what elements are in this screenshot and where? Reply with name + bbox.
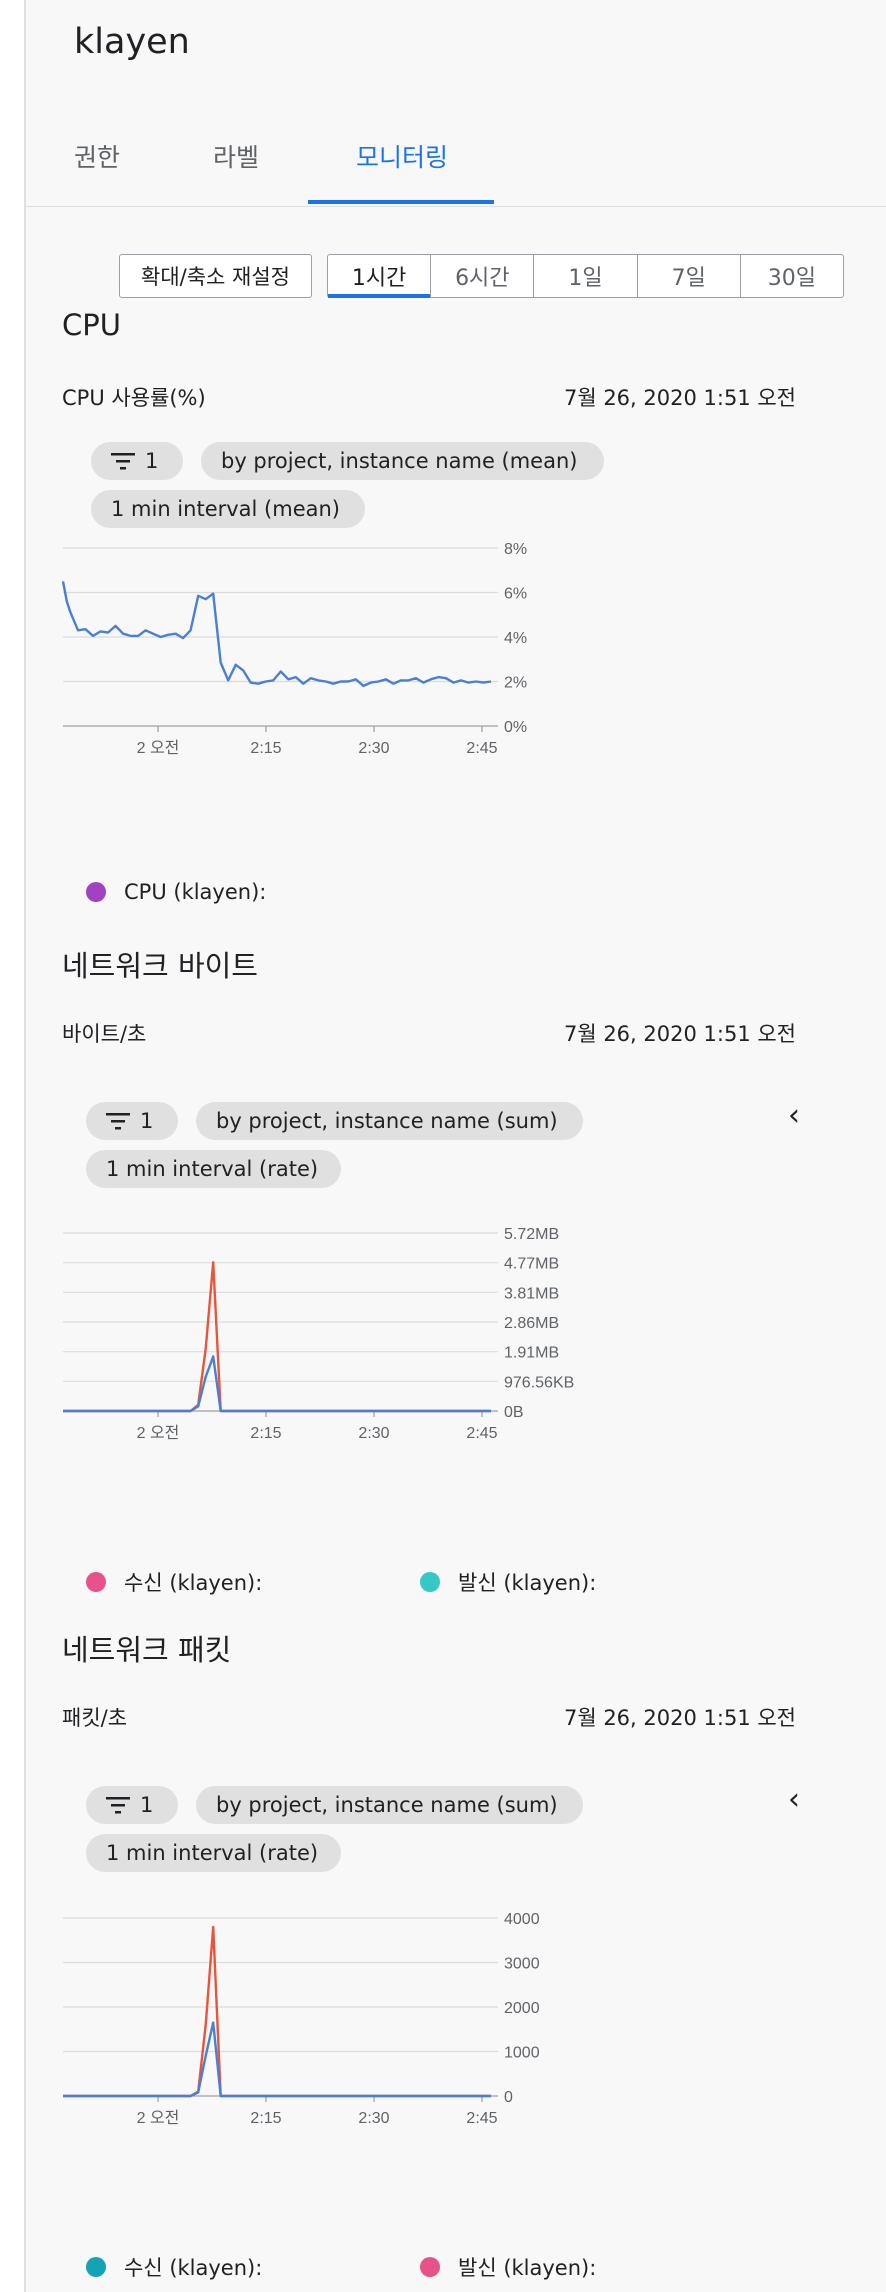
tab-labels[interactable]: 라벨 (213, 138, 259, 174)
net-packets-timestamp: 7월 26, 2020 1:51 오전 (563, 1706, 796, 1730)
legend-dot-rx (86, 2257, 106, 2277)
net-packets-x-tick-label: 2:15 (250, 2110, 281, 2127)
net-packets-series-line-0 (63, 1925, 491, 2098)
cpu-timestamp: 7월 26, 2020 1:51 오전 (563, 386, 796, 410)
net-packets-legend-tx[interactable]: 발신 (klayen): (420, 2252, 596, 2282)
net-packets-interval-chip[interactable]: 1 min interval (rate) (86, 1834, 341, 1872)
net-bytes-y-tick-label: 4.77MB (504, 1256, 559, 1273)
cpu-chart[interactable]: 8% 6% 4% 2% 0% 2 오전 2:15 2:30 2:45 (26, 530, 886, 860)
net-bytes-filter-chip[interactable]: 1 (86, 1102, 178, 1140)
cpu-y-tick-label: 4% (504, 630, 527, 647)
legend-dot-rx (86, 1572, 106, 1592)
tab-permissions[interactable]: 권한 (74, 138, 120, 174)
net-bytes-legend-tx[interactable]: 발신 (klayen): (420, 1567, 596, 1597)
cpu-x-tick-label: 2 오전 (137, 739, 180, 757)
net-bytes-interval-chip[interactable]: 1 min interval (rate) (86, 1150, 341, 1188)
reset-zoom-button[interactable]: 확대/축소 재설정 (119, 254, 312, 298)
cpu-series-line-0 (61, 581, 492, 688)
net-packets-x-tick-label: 2 오전 (137, 2109, 180, 2127)
cpu-x-tick-label: 2:15 (250, 740, 281, 757)
chevron-left-icon[interactable]: ‹ (788, 1098, 800, 1133)
instance-header: klayen 권한 라벨 모니터링 (26, 0, 886, 207)
chevron-left-icon[interactable]: ‹ (788, 1782, 800, 1817)
net-bytes-y-tick-label: 1.91MB (504, 1345, 559, 1362)
cpu-section-title: CPU (62, 308, 121, 342)
range-1h-button[interactable]: 1시간 (328, 255, 432, 298)
net-bytes-y-tick-label: 5.72MB (504, 1226, 559, 1243)
left-rail (0, 0, 24, 2292)
cpu-x-tick-label: 2:30 (358, 740, 389, 757)
net-packets-section-title: 네트워크 패킷 (62, 1633, 232, 1667)
cpu-interval-chip[interactable]: 1 min interval (mean) (91, 490, 365, 528)
net-packets-y-tick-label: 3000 (504, 1956, 540, 1973)
cpu-x-tick-label: 2:45 (466, 740, 497, 757)
net-bytes-filter-count: 1 (140, 1109, 154, 1133)
legend-dot-tx (420, 2257, 440, 2277)
time-range-selector: 1시간 6시간 1일 7일 30일 (327, 254, 844, 298)
cpu-y-tick-label: 6% (504, 586, 527, 603)
net-packets-metric-name: 패킷/초 (62, 1706, 128, 1730)
cpu-legend-dot (86, 882, 106, 902)
range-6h-button[interactable]: 6시간 (431, 255, 535, 297)
net-packets-series-line-1 (63, 2021, 491, 2098)
net-packets-y-tick-label: 4000 (504, 1911, 540, 1928)
net-packets-filter-count: 1 (140, 1793, 154, 1817)
net-bytes-group-by-chip[interactable]: by project, instance name (sum) (196, 1102, 583, 1140)
filter-icon (111, 452, 135, 470)
tab-active-indicator (308, 200, 494, 204)
net-bytes-timestamp: 7월 26, 2020 1:51 오전 (563, 1022, 796, 1046)
filter-icon (106, 1112, 130, 1130)
net-packets-filter-chip[interactable]: 1 (86, 1786, 178, 1824)
net-packets-legend-rx[interactable]: 수신 (klayen): (86, 2252, 262, 2282)
range-1d-button[interactable]: 1일 (534, 255, 638, 297)
range-7d-button[interactable]: 7일 (638, 255, 741, 297)
cpu-group-by-chip[interactable]: by project, instance name (mean) (201, 442, 604, 480)
net-packets-x-tick-label: 2:45 (466, 2110, 497, 2127)
net-bytes-y-tick-label: 2.86MB (504, 1315, 559, 1332)
net-packets-legend-tx-label: 발신 (klayen): (458, 2256, 597, 2280)
net-packets-legend-rx-label: 수신 (klayen): (124, 2256, 263, 2280)
net-packets-group-by-chip[interactable]: by project, instance name (sum) (196, 1786, 583, 1824)
cpu-y-tick-label: 0% (504, 719, 527, 736)
net-bytes-metric-name: 바이트/초 (62, 1022, 147, 1046)
net-packets-chart[interactable]: 4000 3000 2000 1000 0 2 오전 2:15 2:30 2:45 (26, 1900, 886, 2230)
net-bytes-series-line-1 (63, 1355, 491, 1413)
net-bytes-legend-tx-label: 발신 (klayen): (458, 1571, 597, 1595)
tab-monitoring[interactable]: 모니터링 (356, 138, 448, 174)
cpu-filter-count: 1 (145, 449, 159, 473)
cpu-y-tick-label: 8% (504, 541, 527, 558)
cpu-legend-item[interactable]: CPU (klayen): (86, 880, 266, 904)
net-bytes-x-tick-label: 2:15 (250, 1425, 281, 1442)
net-bytes-x-tick-label: 2:30 (358, 1425, 389, 1442)
net-bytes-chart[interactable]: 5.72MB 4.77MB 3.81MB 2.86MB 1.91MB 976.56KB 0B… (26, 1215, 886, 1545)
net-bytes-y-tick-label: 976.56KB (504, 1374, 574, 1391)
cpu-metric-name: CPU 사용률(%) (62, 386, 206, 410)
cpu-filter-chip[interactable]: 1 (91, 442, 183, 480)
net-packets-y-tick-label: 2000 (504, 2000, 540, 2017)
net-packets-y-tick-label: 1000 (504, 2045, 540, 2062)
range-30d-button[interactable]: 30일 (741, 255, 843, 297)
net-packets-x-tick-label: 2:30 (358, 2110, 389, 2127)
cpu-legend-label: CPU (klayen): (124, 880, 267, 904)
net-packets-y-tick-label: 0 (504, 2089, 513, 2106)
net-bytes-y-tick-label: 3.81MB (504, 1285, 559, 1302)
net-bytes-legend-rx[interactable]: 수신 (klayen): (86, 1567, 262, 1597)
net-bytes-y-tick-label: 0B (504, 1404, 524, 1421)
net-bytes-series-line-0 (63, 1261, 491, 1413)
instance-title: klayen (74, 22, 190, 62)
filter-icon (106, 1796, 130, 1814)
net-bytes-x-tick-label: 2 오전 (137, 1424, 180, 1442)
net-bytes-section-title: 네트워크 바이트 (62, 949, 258, 983)
legend-dot-tx (420, 1572, 440, 1592)
net-bytes-legend-rx-label: 수신 (klayen): (124, 1571, 263, 1595)
net-bytes-x-tick-label: 2:45 (466, 1425, 497, 1442)
cpu-y-tick-label: 2% (504, 675, 527, 692)
